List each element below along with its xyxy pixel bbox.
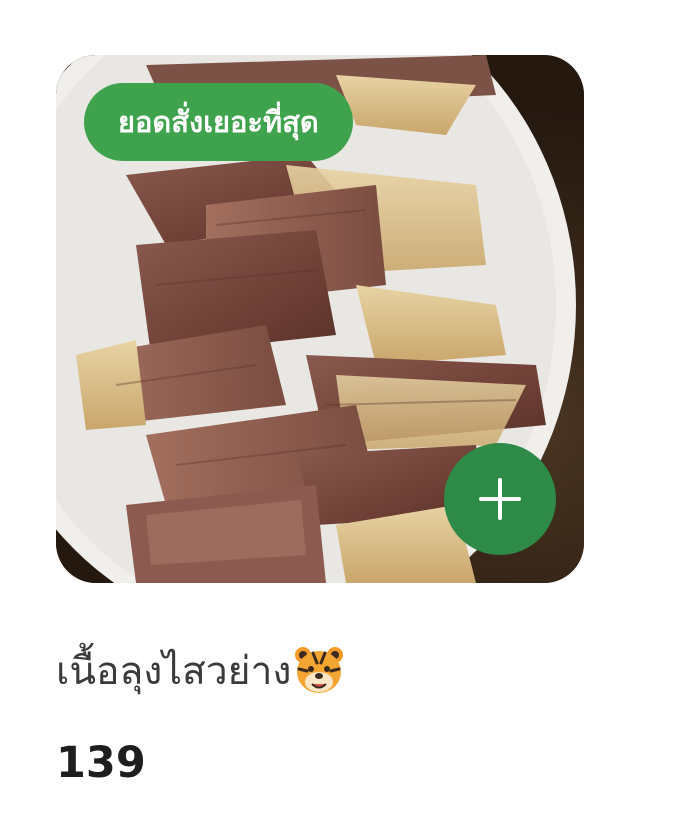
badge-label: ยอดสั่งเยอะที่สุด [118,105,319,139]
product-name: เนื้อลุงไสวย่าง [56,640,345,702]
tiger-face-icon [295,647,344,693]
plus-icon [479,478,521,520]
product-name-text: เนื้อลุงไสวย่าง [56,649,292,694]
best-seller-badge: ยอดสั่งเยอะที่สุด [84,83,353,161]
add-to-cart-button[interactable] [444,443,556,555]
product-price: 139 [56,738,146,788]
